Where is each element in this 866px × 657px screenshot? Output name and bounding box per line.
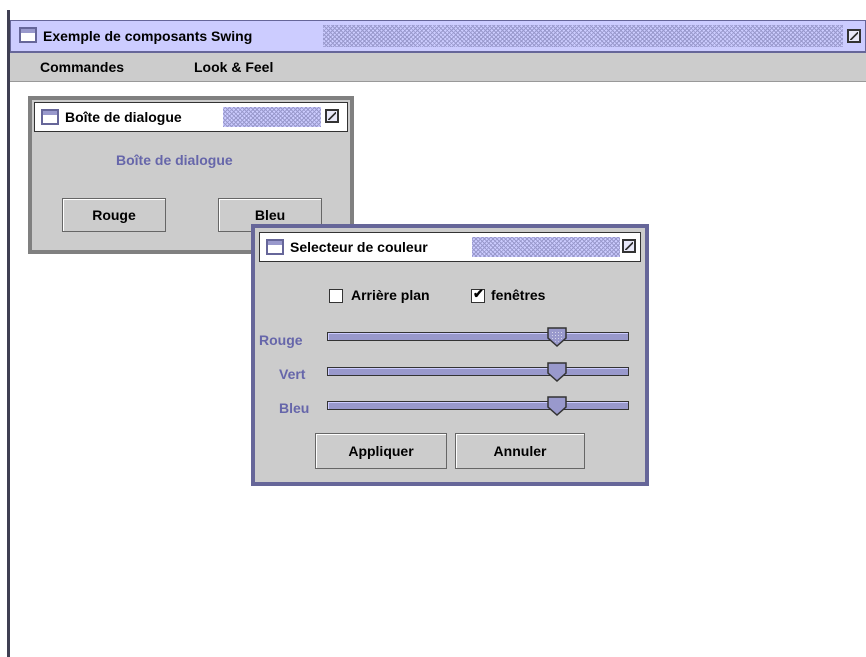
window-left-edge [0,0,10,657]
arriere-plan-label: Arrière plan [351,287,430,303]
maximize-icon[interactable] [325,109,339,123]
bleu-slider-label: Bleu [279,400,310,416]
bleu-slider-track[interactable] [327,401,629,410]
checkmark-icon: ✔ [473,286,484,301]
fenetres-checkbox[interactable]: ✔ [471,286,485,303]
rouge-slider-track[interactable] [327,332,629,341]
appliquer-button[interactable]: Appliquer [315,433,447,469]
vert-slider-track[interactable] [327,367,629,376]
vert-slider-label: Vert [279,366,306,382]
color-selector-window: Selecteur de couleur Arrière plan ✔ fenê… [251,224,649,486]
dialog-title-bar[interactable]: Boîte de dialogue [34,102,348,132]
bleu-slider-thumb[interactable] [546,395,568,417]
title-grip [472,237,620,257]
window-icon [41,109,59,125]
rouge-slider-label: Rouge [259,332,303,348]
window-icon [19,27,37,43]
color-selector-title-bar[interactable]: Selecteur de couleur [259,232,641,262]
annuler-button[interactable]: Annuler [455,433,585,469]
dialog-title: Boîte de dialogue [65,109,182,125]
menu-look-and-feel[interactable]: Look & Feel [194,59,273,75]
maximize-icon[interactable] [622,239,636,253]
menu-bar: Commandes Look & Feel [10,53,866,82]
title-grip [323,25,843,47]
main-title-bar[interactable]: Exemple de composants Swing [10,20,866,53]
title-grip [223,107,321,127]
main-window-title: Exemple de composants Swing [43,28,253,44]
rouge-slider-thumb[interactable] [546,326,568,348]
color-selector-title: Selecteur de couleur [290,239,428,255]
dialog-label: Boîte de dialogue [116,152,233,168]
maximize-icon[interactable] [847,29,861,43]
vert-slider-thumb[interactable] [546,361,568,383]
window-icon [266,239,284,255]
menu-commandes[interactable]: Commandes [40,59,124,75]
arriere-plan-checkbox[interactable] [329,289,343,303]
rouge-button[interactable]: Rouge [62,198,166,232]
fenetres-label: fenêtres [491,287,546,303]
